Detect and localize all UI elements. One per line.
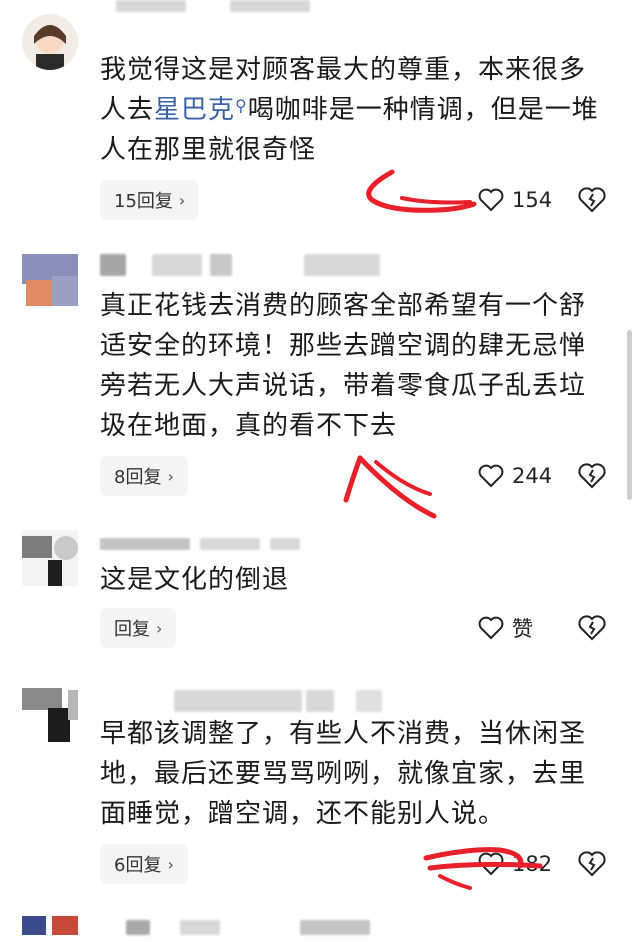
heart-outline-icon bbox=[478, 188, 504, 212]
broken-heart-icon bbox=[578, 463, 606, 489]
avatar[interactable] bbox=[22, 254, 78, 310]
like-count: 赞 bbox=[512, 617, 533, 641]
comment-text: 真正花钱去消费的顾客全部希望有一个舒适安全的环境！那些去蹭空调的肆无忌惮旁若无人… bbox=[100, 291, 587, 441]
reply-button[interactable]: 8回复 › bbox=[100, 456, 188, 496]
broken-heart-icon bbox=[578, 187, 606, 213]
dislike-button[interactable] bbox=[578, 608, 606, 648]
reply-label: 8回复 bbox=[114, 467, 162, 488]
reply-button[interactable]: 6回复 › bbox=[100, 844, 188, 884]
reply-label: 回复 bbox=[114, 619, 150, 640]
chevron-right-icon: › bbox=[178, 190, 186, 210]
reply-label: 15回复 bbox=[114, 191, 173, 212]
chevron-right-icon: › bbox=[167, 854, 174, 874]
starbucks-link[interactable]: 星巴克 bbox=[154, 95, 235, 125]
like-count: 244 bbox=[512, 464, 553, 488]
chevron-right-icon: › bbox=[167, 466, 174, 486]
heart-outline-icon bbox=[478, 464, 504, 488]
avatar[interactable] bbox=[22, 14, 78, 70]
like-button[interactable]: 154 bbox=[478, 180, 552, 220]
comment-text: 我觉得这是对顾客最大的尊重，本来很多人去星巴克⚲喝咖啡是一种情调，但是一堆人在那… bbox=[100, 55, 599, 165]
avatar[interactable] bbox=[22, 530, 78, 586]
like-count: 182 bbox=[512, 852, 553, 876]
broken-heart-icon bbox=[578, 851, 606, 877]
broken-heart-icon bbox=[578, 615, 606, 641]
scrollbar[interactable] bbox=[627, 330, 632, 500]
dislike-button[interactable] bbox=[578, 180, 606, 220]
comment-text: 早都该调整了，有些人不消费，当休闲圣地，最后还要骂骂咧咧，就像宜家，去里面睡觉，… bbox=[100, 719, 587, 829]
avatar[interactable] bbox=[22, 916, 78, 935]
like-count: 154 bbox=[512, 188, 553, 212]
reply-button[interactable]: 15回复 › bbox=[100, 180, 200, 220]
chevron-right-icon: › bbox=[156, 618, 163, 638]
heart-outline-icon bbox=[478, 616, 504, 640]
dislike-button[interactable] bbox=[578, 456, 606, 496]
reply-button[interactable]: 回复 › bbox=[100, 608, 177, 648]
dislike-button[interactable] bbox=[578, 844, 606, 884]
comment-text: 这是文化的倒退 bbox=[100, 565, 290, 595]
like-button[interactable]: 244 bbox=[478, 456, 552, 496]
like-button[interactable]: 赞 bbox=[478, 608, 533, 648]
reply-label: 6回复 bbox=[114, 855, 162, 876]
like-button[interactable]: 182 bbox=[478, 844, 552, 884]
heart-outline-icon bbox=[478, 852, 504, 876]
avatar[interactable] bbox=[22, 688, 78, 744]
search-icon: ⚲ bbox=[235, 96, 248, 115]
